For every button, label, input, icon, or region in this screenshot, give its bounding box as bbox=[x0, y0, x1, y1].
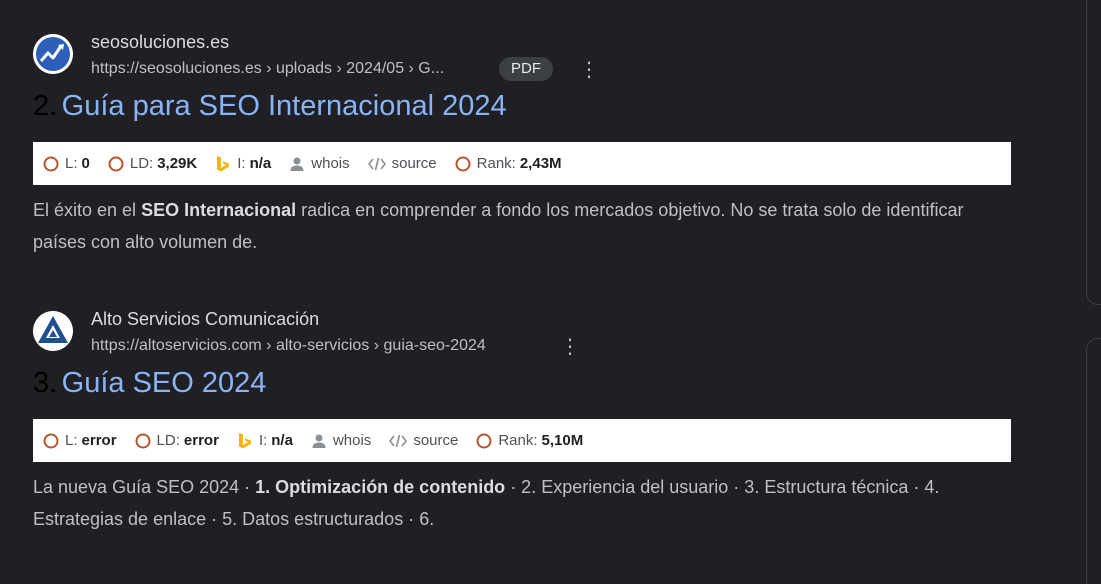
metric-bing-index[interactable]: I: n/a bbox=[237, 432, 293, 450]
code-icon bbox=[389, 433, 408, 449]
metric-linking-domains-value: error bbox=[183, 432, 219, 449]
search-result: Alto Servicios Comunicación https://alto… bbox=[33, 307, 1013, 529]
metric-rank-label: Rank: bbox=[498, 432, 538, 449]
metric-links-label: L: bbox=[65, 155, 78, 172]
metric-whois[interactable]: whois bbox=[289, 155, 350, 172]
result-title-link[interactable]: Guía SEO 2024 bbox=[62, 367, 267, 399]
metric-linking-domains[interactable]: LD: 3,29K bbox=[108, 155, 197, 172]
metric-links[interactable]: L: error bbox=[43, 432, 117, 449]
bing-icon bbox=[237, 432, 253, 450]
person-icon bbox=[289, 156, 305, 172]
site-name: seosoluciones.es bbox=[91, 32, 230, 52]
file-type-badge: PDF bbox=[499, 57, 553, 81]
result-title-row: 2. Guía para SEO Internacional 2024 bbox=[33, 90, 507, 123]
search-result: seosoluciones.es https://seosoluciones.e… bbox=[33, 30, 1013, 252]
snippet-text: El éxito en el bbox=[33, 200, 142, 220]
result-snippet: La nueva Guía SEO 2024 · 1. Optimización… bbox=[33, 471, 1013, 535]
metric-rank-label: Rank: bbox=[476, 155, 516, 172]
person-icon bbox=[311, 433, 327, 449]
site-url: https://altoservicios.com › alto-servici… bbox=[91, 337, 486, 354]
metric-bing-index-value: n/a bbox=[249, 155, 272, 172]
metric-links-value: 0 bbox=[81, 155, 90, 172]
metric-links[interactable]: L: 0 bbox=[43, 155, 90, 172]
metric-rank-value: 2,43M bbox=[519, 155, 562, 172]
result-title-row: 3. Guía SEO 2024 bbox=[33, 367, 266, 400]
result-rank-number: 2. bbox=[33, 90, 58, 122]
metric-source[interactable]: source bbox=[367, 155, 437, 172]
side-panel-card bbox=[1086, 338, 1101, 584]
side-panel-card bbox=[1086, 0, 1101, 305]
metric-source[interactable]: source bbox=[389, 432, 458, 449]
seo-metrics-bar: L: error LD: error I: n/a whois source Rank… bbox=[33, 419, 1011, 462]
metric-links-label: L: bbox=[65, 432, 78, 449]
site-favicon bbox=[33, 311, 73, 351]
metric-source-label: source bbox=[391, 155, 437, 172]
site-favicon bbox=[33, 34, 73, 74]
metric-bing-index[interactable]: I: n/a bbox=[215, 155, 271, 173]
seo-metrics-bar: L: 0 LD: 3,29K I: n/a whois source Rank: 2,4… bbox=[33, 142, 1011, 185]
site-header[interactable]: seosoluciones.es https://seosoluciones.e… bbox=[33, 30, 1013, 82]
bing-icon bbox=[215, 155, 231, 173]
metric-linking-domains[interactable]: LD: error bbox=[135, 432, 219, 449]
site-name: Alto Servicios Comunicación bbox=[91, 309, 320, 329]
result-title-link[interactable]: Guía para SEO Internacional 2024 bbox=[62, 90, 507, 122]
code-icon bbox=[367, 156, 386, 172]
more-vert-icon[interactable]: ⋮ bbox=[579, 58, 599, 82]
metric-rank-value: 5,10M bbox=[541, 432, 584, 449]
metric-rank[interactable]: Rank: 5,10M bbox=[476, 432, 583, 449]
metric-linking-domains-label: LD: bbox=[156, 432, 180, 449]
metric-bing-index-value: n/a bbox=[271, 432, 293, 449]
metric-linking-domains-label: LD: bbox=[129, 155, 154, 172]
metric-bing-index-label: I: bbox=[237, 155, 246, 172]
circle-icon bbox=[108, 156, 124, 172]
site-header[interactable]: Alto Servicios Comunicación https://alto… bbox=[33, 307, 1013, 359]
metric-source-label: source bbox=[413, 432, 459, 449]
more-vert-icon[interactable]: ⋮ bbox=[560, 335, 580, 359]
metric-rank[interactable]: Rank: 2,43M bbox=[455, 155, 562, 172]
snippet-text: La nueva Guía SEO 2024 · bbox=[33, 477, 256, 497]
metric-links-value: error bbox=[81, 432, 117, 449]
circle-icon bbox=[135, 433, 151, 449]
snippet-highlight: 1. Optimización de contenido bbox=[255, 477, 506, 497]
metric-bing-index-label: I: bbox=[258, 432, 268, 449]
snippet-highlight: SEO Internacional bbox=[141, 200, 297, 220]
metric-whois-label: whois bbox=[332, 432, 372, 449]
circle-icon bbox=[476, 433, 492, 449]
metric-whois-label: whois bbox=[311, 155, 350, 172]
metric-whois[interactable]: whois bbox=[311, 432, 371, 449]
metric-linking-domains-value: 3,29K bbox=[157, 155, 198, 172]
circle-icon bbox=[43, 433, 59, 449]
result-rank-number: 3. bbox=[33, 367, 58, 399]
result-snippet: El éxito en el SEO Internacional radica … bbox=[33, 194, 1013, 258]
circle-icon bbox=[43, 156, 59, 172]
search-results-page: seosoluciones.es https://seosoluciones.e… bbox=[0, 0, 1101, 584]
site-url: https://seosoluciones.es › uploads › 202… bbox=[91, 60, 445, 77]
circle-icon bbox=[455, 156, 471, 172]
